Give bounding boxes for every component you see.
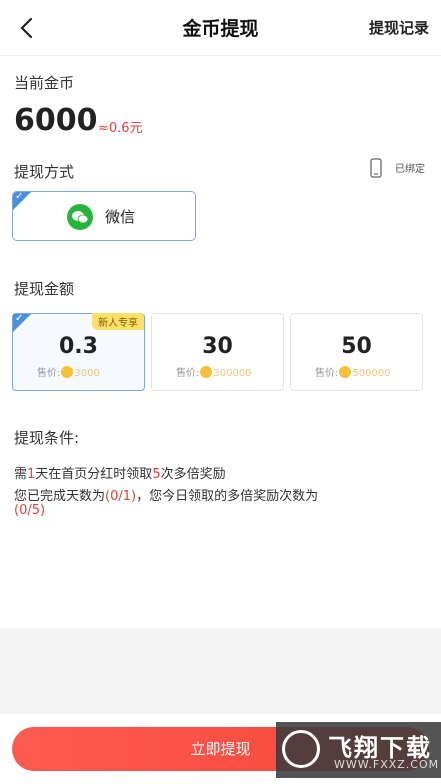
balance-label: 当前金币 (14, 74, 75, 92)
cond-text: ，您今日领取的多倍奖励次数为 (136, 489, 319, 504)
cond-highlight: (0/5) (14, 503, 46, 518)
method-label: 提现方式 (14, 163, 75, 181)
check-icon: ✓ (15, 191, 24, 202)
price-value: 500000 (352, 368, 391, 379)
amount-price: 售价: 500000 (315, 364, 391, 379)
condition-line: 需1天在首页分红时领取5次多倍奖励 (14, 463, 226, 482)
cond-text: 次多倍奖励 (160, 467, 226, 482)
coin-icon (61, 366, 74, 378)
amount-value: 50 (341, 334, 372, 359)
cond-text: 天在首页分红时领取 (35, 467, 153, 482)
watermark-logo-icon (282, 730, 320, 768)
condition-line: (0/5) (14, 503, 45, 518)
amount-value: 30 (202, 334, 233, 359)
cond-highlight: 5 (152, 467, 161, 482)
phone-icon (369, 158, 383, 178)
wechat-icon (67, 204, 93, 230)
withdraw-records-link[interactable]: 提现记录 (369, 17, 429, 38)
watermark-url: WWW.FXXZ.COM (334, 758, 440, 771)
conditions-title: 提现条件: (14, 429, 80, 447)
coin-icon (200, 366, 213, 378)
condition-line: 您已完成天数为(0/1)，您今日领取的多倍奖励次数为 (14, 485, 318, 504)
coin-approx-value: ≈0.6元 (98, 121, 143, 136)
amount-label: 提现金额 (14, 280, 75, 298)
amount-option-0[interactable]: ✓ 新人专享 0.3 售价: 3000 (12, 313, 145, 391)
amount-value: 0.3 (59, 334, 98, 359)
price-value: 300000 (213, 368, 252, 379)
cond-text: 需 (14, 467, 28, 482)
amount-option-2[interactable]: 50 售价: 500000 (290, 313, 423, 391)
header-divider (0, 55, 441, 56)
header: 金币提现 提现记录 (0, 0, 441, 56)
cond-highlight: (0/1) (105, 489, 137, 504)
price-value: 3000 (74, 368, 100, 379)
watermark: 飞翔下载 WWW.FXXZ.COM (276, 722, 441, 778)
coin-balance: 6000 (14, 103, 98, 138)
new-user-tag: 新人专享 (92, 313, 144, 330)
check-icon: ✓ (15, 313, 24, 324)
price-prefix: 售价: (176, 368, 200, 379)
coin-icon (339, 366, 352, 378)
bound-status: 已绑定 (395, 164, 425, 175)
withdraw-page: 金币提现 提现记录 当前金币 6000 ≈0.6元 提现方式 已绑定 ✓ 微信 … (0, 0, 441, 784)
cond-text: 您已完成天数为 (14, 489, 106, 504)
amount-price: 售价: 300000 (176, 364, 252, 379)
bottom-spacer (0, 628, 441, 714)
amount-price: 售价: 3000 (37, 364, 100, 379)
price-prefix: 售价: (37, 368, 61, 379)
wechat-label: 微信 (105, 208, 136, 226)
wechat-method-option[interactable]: ✓ 微信 (12, 191, 196, 241)
price-prefix: 售价: (315, 368, 339, 379)
amount-option-1[interactable]: 30 售价: 300000 (151, 313, 284, 391)
